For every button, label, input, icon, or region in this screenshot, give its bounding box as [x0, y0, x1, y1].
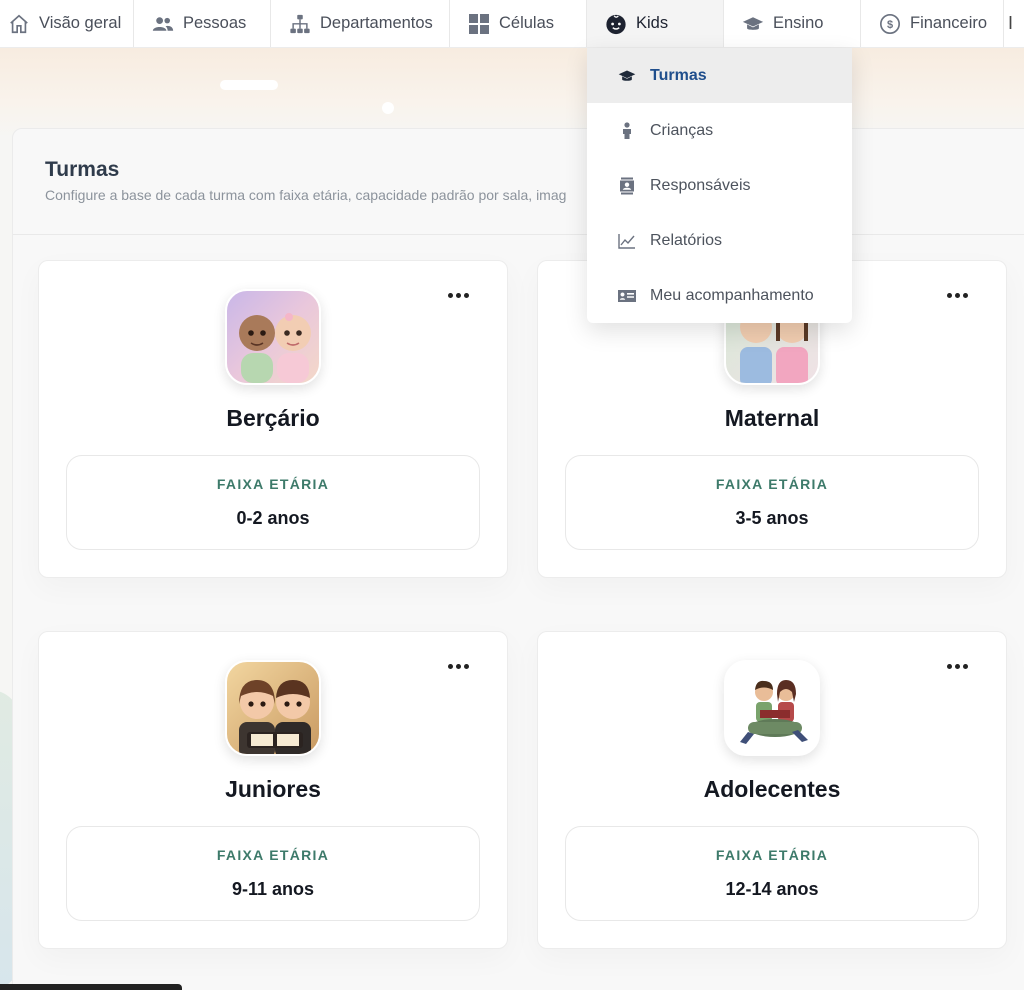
page-title: Turmas	[45, 158, 120, 181]
dot	[962, 292, 968, 298]
class-image	[724, 660, 820, 756]
menu-item-responsaveis[interactable]: Responsáveis	[587, 158, 852, 213]
nav-item-pessoas[interactable]: Pessoas	[134, 0, 271, 47]
dot	[463, 292, 469, 298]
class-name: Maternal	[724, 405, 820, 431]
class-name: Adolecentes	[703, 776, 841, 802]
class-name: Juniores	[225, 776, 321, 802]
nav-item-financeiro[interactable]: $ Financeiro	[861, 0, 1004, 47]
class-image	[225, 289, 321, 385]
nav-item-overflow[interactable]: I	[1004, 0, 1024, 47]
age-range-label: FAIXA ETÁRIA	[715, 847, 829, 863]
nav-item-label: Financeiro	[910, 14, 988, 32]
people-icon	[152, 13, 174, 35]
menu-item-turmas[interactable]: Turmas	[587, 48, 852, 103]
dot	[962, 663, 968, 669]
age-range-value: 12-14 anos	[725, 879, 819, 899]
dot	[447, 663, 453, 669]
page-subtitle: Configure a base de cada turma com faixa…	[45, 187, 567, 203]
baby-face-icon	[605, 13, 627, 35]
nav-item-visao-geral[interactable]: Visão geral	[0, 0, 134, 47]
age-range-label: FAIXA ETÁRIA	[216, 476, 330, 492]
dot	[463, 663, 469, 669]
home-icon	[8, 13, 30, 35]
graduation-cap-icon	[742, 13, 764, 35]
panel-header: Turmas Configure a base de cada turma co…	[13, 129, 1024, 235]
menu-item-criancas[interactable]: Crianças	[587, 103, 852, 158]
nav-item-label: Visão geral	[39, 14, 122, 32]
menu-item-label: Crianças	[650, 121, 714, 139]
background-decoration	[220, 80, 278, 90]
more-options-button[interactable]	[443, 656, 473, 676]
background-decoration	[382, 102, 394, 114]
turmas-panel: Turmas Configure a base de cada turma co…	[12, 128, 1024, 990]
contact-book-icon	[618, 177, 636, 195]
age-range-value: 3-5 anos	[735, 508, 809, 528]
age-range-label: FAIXA ETÁRIA	[216, 847, 330, 863]
more-options-button[interactable]	[942, 285, 972, 305]
menu-item-label: Relatórios	[650, 231, 723, 249]
nav-item-departamentos[interactable]: Departamentos	[271, 0, 450, 47]
svg-text:$: $	[887, 19, 893, 31]
class-card-juniores: Juniores FAIXA ETÁRIA 9-11 anos	[38, 631, 508, 949]
dot	[954, 292, 960, 298]
dot	[946, 292, 952, 298]
bottom-edge-bar	[0, 984, 182, 990]
menu-item-label: Responsáveis	[650, 176, 751, 194]
class-image	[225, 660, 321, 756]
age-range-box: FAIXA ETÁRIA 0-2 anos	[66, 455, 480, 550]
grid-icon	[468, 13, 490, 35]
age-range-box: FAIXA ETÁRIA 3-5 anos	[565, 455, 979, 550]
class-name: Berçário	[226, 405, 320, 431]
menu-item-label: Meu acompanhamento	[650, 286, 814, 304]
child-icon	[618, 121, 636, 140]
org-chart-icon	[289, 13, 311, 35]
background-glow	[0, 48, 1024, 138]
menu-item-relatorios[interactable]: Relatórios	[587, 213, 852, 268]
nav-item-label: Kids	[636, 14, 669, 32]
id-card-icon	[618, 287, 636, 305]
age-range-box: FAIXA ETÁRIA 12-14 anos	[565, 826, 979, 921]
more-options-button[interactable]	[443, 285, 473, 305]
more-options-button[interactable]	[942, 656, 972, 676]
age-range-label: FAIXA ETÁRIA	[715, 476, 829, 492]
nav-item-ensino[interactable]: Ensino	[724, 0, 861, 47]
dot	[954, 663, 960, 669]
line-chart-icon	[618, 232, 636, 250]
age-range-value: 9-11 anos	[231, 879, 315, 899]
dot	[447, 292, 453, 298]
dot	[455, 292, 461, 298]
age-range-box: FAIXA ETÁRIA 9-11 anos	[66, 826, 480, 921]
class-card-adolecentes: Adolecentes FAIXA ETÁRIA 12-14 anos	[537, 631, 1007, 949]
nav-item-celulas[interactable]: Células	[450, 0, 587, 47]
nav-item-label: Células	[499, 14, 555, 32]
nav-item-label: Pessoas	[183, 14, 247, 32]
top-navigation: Visão geral Pessoas Departamentos Célula…	[0, 0, 1024, 48]
kids-dropdown-menu: Turmas Crianças Responsáveis Relatórios …	[587, 48, 852, 323]
dot	[455, 663, 461, 669]
dollar-circle-icon: $	[879, 13, 901, 35]
class-card-bercario: Berçário FAIXA ETÁRIA 0-2 anos	[38, 260, 508, 578]
menu-item-label: Turmas	[650, 66, 707, 84]
overflow-glyph: I	[1008, 13, 1014, 33]
age-range-value: 0-2 anos	[236, 508, 310, 528]
menu-item-meu-acompanhamento[interactable]: Meu acompanhamento	[587, 268, 852, 323]
dot	[946, 663, 952, 669]
nav-item-label: Ensino	[773, 14, 824, 32]
graduation-cap-icon	[618, 67, 636, 85]
nav-item-kids[interactable]: Kids	[587, 0, 724, 47]
nav-item-label: Departamentos	[320, 14, 433, 32]
